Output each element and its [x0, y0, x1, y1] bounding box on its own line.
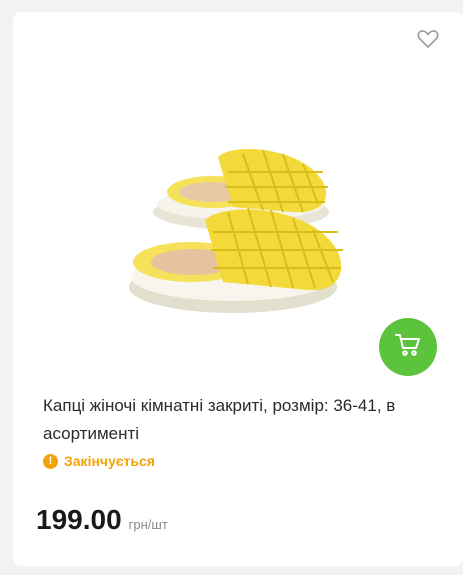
- price-unit: грн/шт: [128, 517, 168, 532]
- product-image[interactable]: [113, 132, 353, 332]
- product-title[interactable]: Капці жіночі кімнатні закриті, розмір: 3…: [43, 392, 443, 448]
- price: 199.00: [36, 504, 122, 535]
- stock-status: ! Закінчується: [43, 453, 155, 469]
- status-text: Закінчується: [64, 453, 155, 469]
- cart-icon: [395, 333, 421, 362]
- product-card[interactable]: Капці жіночі кімнатні закриті, розмір: 3…: [13, 12, 463, 566]
- add-to-cart-button[interactable]: [379, 318, 437, 376]
- exclamation-icon: !: [43, 453, 58, 469]
- heart-icon[interactable]: [417, 29, 439, 49]
- price-row: 199.00 грн/шт: [36, 504, 168, 536]
